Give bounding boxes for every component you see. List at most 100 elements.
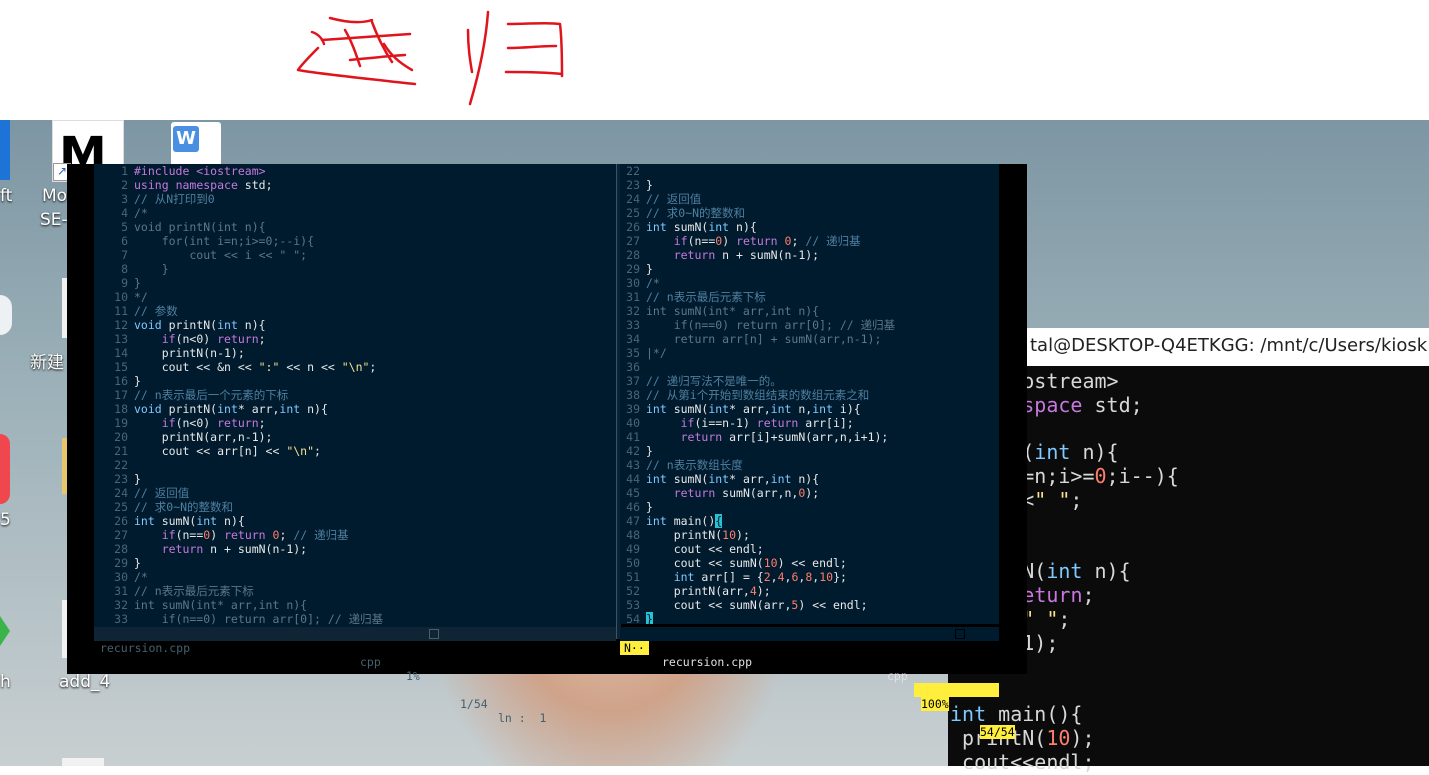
code-line[interactable]: 3 // 从N打印到0: [94, 192, 616, 206]
code-line[interactable]: 27 if(n==0) return 0; // 递归基: [94, 528, 616, 542]
code-line[interactable]: 51 int arr[] = {2,4,6,8,10};: [620, 570, 999, 584]
code-line[interactable]: 6 for(int i=n;i>=0;--i){: [94, 234, 616, 248]
code-line[interactable]: 38 // 从第i个开始到数组结束的数组元素之和: [620, 388, 999, 402]
code-line[interactable]: 13 if(n<0) return;: [94, 332, 616, 346]
code-line[interactable]: 22: [620, 164, 999, 178]
code-line[interactable]: 39 int sumN(int* arr,int n,int i){: [620, 402, 999, 416]
code-line[interactable]: 12 void printN(int n){: [94, 318, 616, 332]
code-text: // n表示数组长度: [646, 458, 743, 472]
code-text: // 从第i个开始到数组结束的数组元素之和: [646, 388, 870, 402]
code-text: if(n==0) return arr[0]; // 递归基: [134, 612, 384, 626]
line-number: 39: [626, 402, 640, 416]
line-number: 35: [626, 346, 640, 360]
code-line[interactable]: 35 |*/: [620, 346, 999, 360]
code-line[interactable]: 30 /*: [620, 276, 999, 290]
code-line[interactable]: 52 printN(arr,4);: [620, 584, 999, 598]
word-document-icon[interactable]: W: [171, 122, 221, 166]
code-line[interactable]: 19 if(n<0) return;: [94, 416, 616, 430]
code-text: return arr[i]+sumN(arr,n,i+1);: [680, 430, 889, 444]
code-line[interactable]: 2 using namespace std;: [94, 178, 616, 192]
code-line[interactable]: 17 // n表示最后一个元素的下标: [94, 388, 616, 402]
code-line[interactable]: 23}: [94, 472, 616, 486]
code-line[interactable]: 26 int sumN(int n){: [620, 220, 999, 234]
code-line[interactable]: 25 // 求0~N的整数和: [94, 500, 616, 514]
code-line[interactable]: 22: [94, 458, 616, 472]
code-line[interactable]: 32 int sumN(int* arr,int n){: [94, 598, 616, 612]
code-text: #include <iostream>: [134, 164, 266, 178]
code-line[interactable]: 14 printN(n-1);: [94, 346, 616, 360]
desktop-icon-label[interactable]: 新建: [30, 348, 64, 373]
status-filetype: cpp: [887, 669, 908, 683]
code-line[interactable]: 53 cout << sumN(arr,5) << endl;: [620, 598, 999, 612]
code-line[interactable]: 45 return sumN(arr,n,0);: [620, 486, 999, 500]
status-bar-left: recursion.cpp cpp 1% 1/54 ln : 1: [94, 627, 616, 725]
code-line[interactable]: 24 // 返回值: [620, 192, 999, 206]
code-line[interactable]: 7 cout << i << " ";: [94, 248, 616, 262]
code-line[interactable]: 4 /*: [94, 206, 616, 220]
code-line[interactable]: 33 if(n==0) return arr[0]; // 递归基: [620, 318, 999, 332]
code-line[interactable]: 26 int sumN(int n){: [94, 514, 616, 528]
code-line[interactable]: 1 #include <iostream>: [94, 164, 616, 178]
app-icon-blue[interactable]: [0, 120, 10, 180]
code-line[interactable]: 25 // 求0~N的整数和: [620, 206, 999, 220]
code-line[interactable]: 28 return n + sumN(n-1);: [620, 248, 999, 262]
code-line[interactable]: 34 return arr[n] + sumN(arr,n-1);: [620, 332, 999, 346]
code-line[interactable]: 16}: [94, 374, 616, 388]
code-line[interactable]: 29}: [94, 556, 616, 570]
code-line[interactable]: 23}: [620, 178, 999, 192]
code-line[interactable]: 36: [620, 360, 999, 374]
code-line[interactable]: 31 // n表示最后元素下标: [94, 584, 616, 598]
code-line[interactable]: 27 if(n==0) return 0; // 递归基: [620, 234, 999, 248]
desktop-icon-label[interactable]: h: [0, 672, 11, 692]
desktop-icon-label[interactable]: ft: [0, 186, 12, 206]
code-line[interactable]: 37 // 递归写法不是唯一的。: [620, 374, 999, 388]
code-line[interactable]: 49 cout << endl;: [620, 542, 999, 556]
app-icon-green[interactable]: [0, 616, 10, 646]
code-line[interactable]: 10 */: [94, 290, 616, 304]
code-line[interactable]: 43 // n表示数组长度: [620, 458, 999, 472]
code-line[interactable]: 54}: [620, 612, 999, 624]
code-text: printN(arr,4);: [646, 584, 771, 598]
line-number: 46: [626, 500, 640, 514]
code-text: int sumN(int* arr,int n){: [646, 472, 820, 486]
code-line[interactable]: 5 void printN(int n){: [94, 220, 616, 234]
code-line[interactable]: 29}: [620, 262, 999, 276]
code-text: // n表示最后元素下标: [134, 584, 254, 598]
code-line[interactable]: 15 cout << &n << ":" << n << "\n";: [94, 360, 616, 374]
line-number: 5: [121, 220, 128, 234]
editor-pane-right[interactable]: 22 23} 24// 返回值 25// 求0~N的整数和 26 int sumN(int…: [620, 164, 999, 624]
code-line[interactable]: 41 return arr[i]+sumN(arr,n,i+1);: [620, 430, 999, 444]
code-text: }: [646, 178, 653, 192]
code-text: /*: [646, 276, 660, 290]
code-text: // 返回值: [134, 486, 190, 500]
code-line[interactable]: 50 cout << sumN(10) << endl;: [620, 556, 999, 570]
desktop-icon-label[interactable]: 5: [0, 510, 11, 530]
code-line[interactable]: 32 int sumN(int* arr,int n){: [620, 304, 999, 318]
editor-pane-left[interactable]: 1 #include <iostream> 2 using namespace std…: [94, 164, 616, 633]
desktop-icon-label[interactable]: Mo: [42, 186, 67, 206]
code-text: int sumN(int* arr,int n){: [646, 304, 820, 318]
code-line[interactable]: 30 /*: [94, 570, 616, 584]
code-line[interactable]: 48 printN(10);: [620, 528, 999, 542]
editor-window[interactable]: 1 #include <iostream> 2 using namespace std…: [67, 164, 1027, 739]
code-line[interactable]: 46}: [620, 500, 999, 514]
code-line[interactable]: 20 printN(arr,n-1);: [94, 430, 616, 444]
code-line[interactable]: 33 if(n==0) return arr[0]; // 递归基: [94, 612, 616, 626]
code-line[interactable]: 24 // 返回值: [94, 486, 616, 500]
code-line[interactable]: 11 // 参数: [94, 304, 616, 318]
code-line[interactable]: 9}: [94, 276, 616, 290]
app-icon-red[interactable]: [0, 434, 10, 504]
file-icon[interactable]: [62, 758, 104, 766]
code-line[interactable]: 18 void printN(int* arr,int n){: [94, 402, 616, 416]
code-line[interactable]: 8 }: [94, 262, 616, 276]
code-line[interactable]: 40 if(i==n-1) return arr[i];: [620, 416, 999, 430]
desktop-icon-label[interactable]: SE-: [40, 210, 68, 230]
notepad-icon[interactable]: [0, 295, 12, 335]
line-number: 53: [626, 598, 640, 612]
code-line[interactable]: 47 int main(){: [620, 514, 999, 528]
code-line[interactable]: 28 return n + sumN(n-1);: [94, 542, 616, 556]
code-line[interactable]: 42}: [620, 444, 999, 458]
code-line[interactable]: 31 // n表示最后元素下标: [620, 290, 999, 304]
code-line[interactable]: 21 cout << arr[n] << "\n";: [94, 444, 616, 458]
code-line[interactable]: 44 int sumN(int* arr,int n){: [620, 472, 999, 486]
